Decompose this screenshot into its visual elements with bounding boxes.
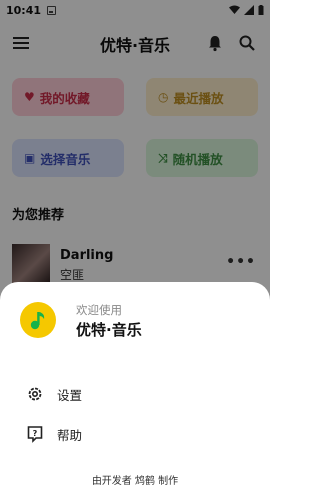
welcome-label: 欢迎使用 [76, 303, 122, 317]
svg-text:?: ? [33, 429, 38, 438]
app-logo-icon [20, 302, 56, 338]
gear-icon [28, 387, 42, 401]
settings-menu-item[interactable]: 设置 [0, 376, 270, 412]
help-menu-item[interactable]: ? 帮助 [0, 416, 270, 452]
music-note-icon [30, 312, 45, 330]
developer-credit: 由开发者 鸩鹤 制作 [91, 476, 179, 487]
settings-label: 设置 [57, 387, 83, 403]
bottom-sheet: 欢迎使用 优特·音乐 设置 ? 帮助 由开发者 鸩鹤 制作 [0, 282, 270, 500]
help-icon: ? [27, 426, 43, 443]
sheet-app-name: 优特·音乐 [76, 321, 142, 339]
help-label: 帮助 [57, 427, 83, 443]
